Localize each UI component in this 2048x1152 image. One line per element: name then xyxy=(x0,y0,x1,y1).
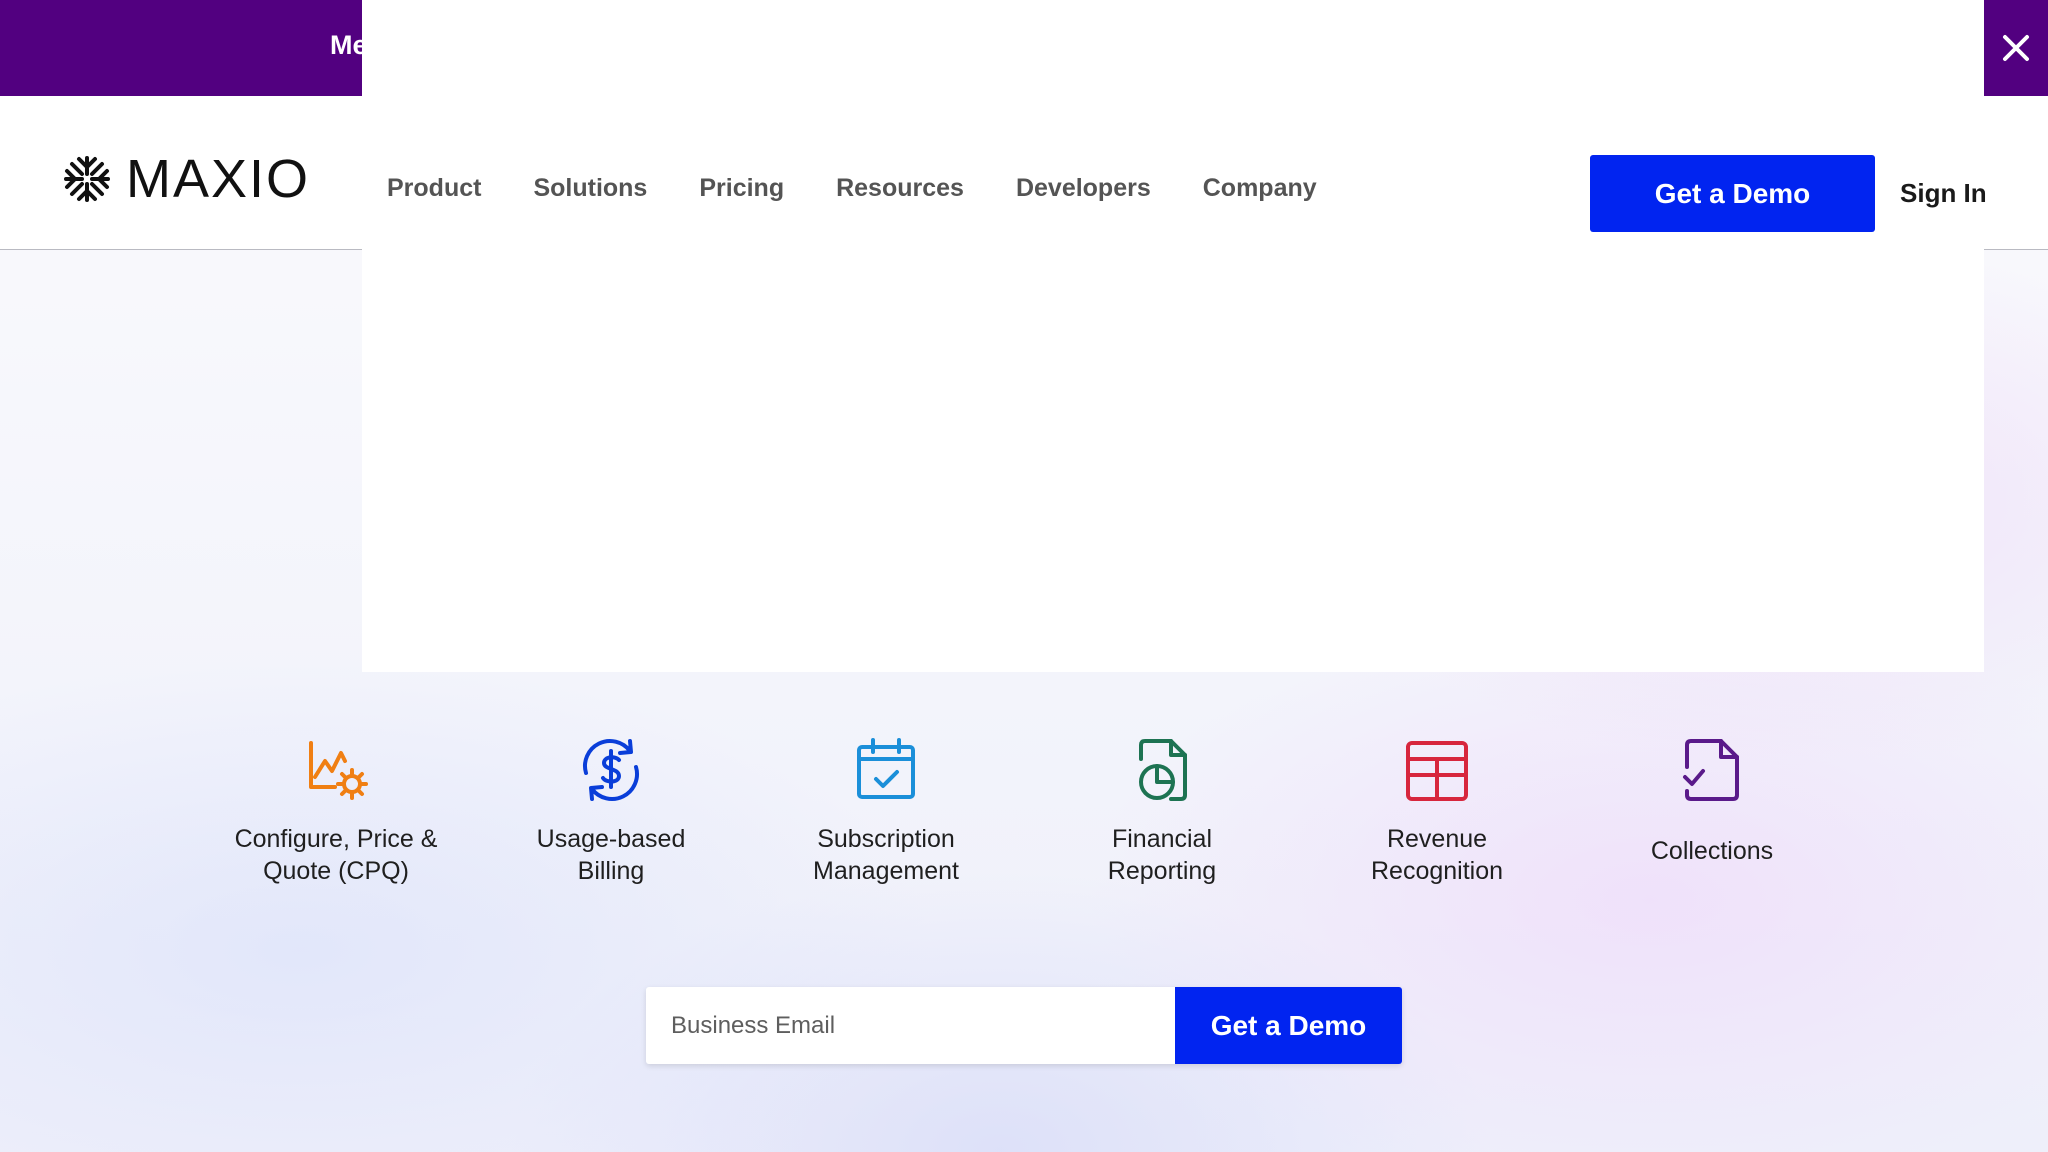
sign-in-link[interactable]: Sign In xyxy=(1900,178,1987,209)
feature-subscription-management[interactable]: Subscription Management xyxy=(766,735,1006,887)
nav-product[interactable]: Product xyxy=(387,174,481,203)
feature-label: Collections xyxy=(1650,837,1774,865)
feature-cpq[interactable]: Configure, Price & Quote (CPQ) xyxy=(216,735,456,887)
chart-gear-icon xyxy=(309,741,368,800)
calendar-check-icon xyxy=(857,738,915,799)
dollar-cycle-icon xyxy=(583,739,639,801)
page: Me MAXIO Product Solutions Pricing Resou… xyxy=(0,0,2048,1152)
nav-company[interactable]: Company xyxy=(1203,174,1317,203)
document-check-icon xyxy=(1683,739,1739,801)
feature-collections[interactable]: Collections xyxy=(1592,735,1832,867)
feature-financial-reporting[interactable]: Financial Reporting xyxy=(1042,735,1282,887)
maxio-logo[interactable]: MAXIO xyxy=(62,148,310,210)
feature-label: Configure, Price & Quote (CPQ) xyxy=(234,825,438,885)
table-icon xyxy=(1406,741,1468,801)
nav-pricing[interactable]: Pricing xyxy=(699,174,784,203)
asterisk-logo-icon xyxy=(64,156,110,202)
business-email-input[interactable] xyxy=(646,987,1175,1064)
feature-label: Financial Reporting xyxy=(1107,825,1217,885)
main-nav: Product Solutions Pricing Resources Deve… xyxy=(387,174,1369,203)
nav-developers[interactable]: Developers xyxy=(1016,174,1151,203)
feature-usage-billing[interactable]: Usage-based Billing xyxy=(491,735,731,887)
feature-label: Subscription Management xyxy=(813,825,959,885)
get-demo-button[interactable]: Get a Demo xyxy=(1590,155,1875,232)
close-icon xyxy=(2003,35,2029,61)
feature-label: Revenue Recognition xyxy=(1370,825,1504,885)
nav-resources[interactable]: Resources xyxy=(836,174,964,203)
nav-dropdown-panel xyxy=(362,0,1984,672)
document-pie-icon xyxy=(1139,739,1187,801)
feature-label: Usage-based Billing xyxy=(536,825,686,885)
demo-email-form: Get a Demo xyxy=(646,987,1402,1064)
logo-wordmark: MAXIO xyxy=(126,149,311,209)
nav-solutions[interactable]: Solutions xyxy=(533,174,647,203)
announcement-close-button[interactable] xyxy=(1984,0,2048,96)
feature-revenue-recognition[interactable]: Revenue Recognition xyxy=(1317,735,1557,887)
email-get-demo-button[interactable]: Get a Demo xyxy=(1175,987,1402,1064)
